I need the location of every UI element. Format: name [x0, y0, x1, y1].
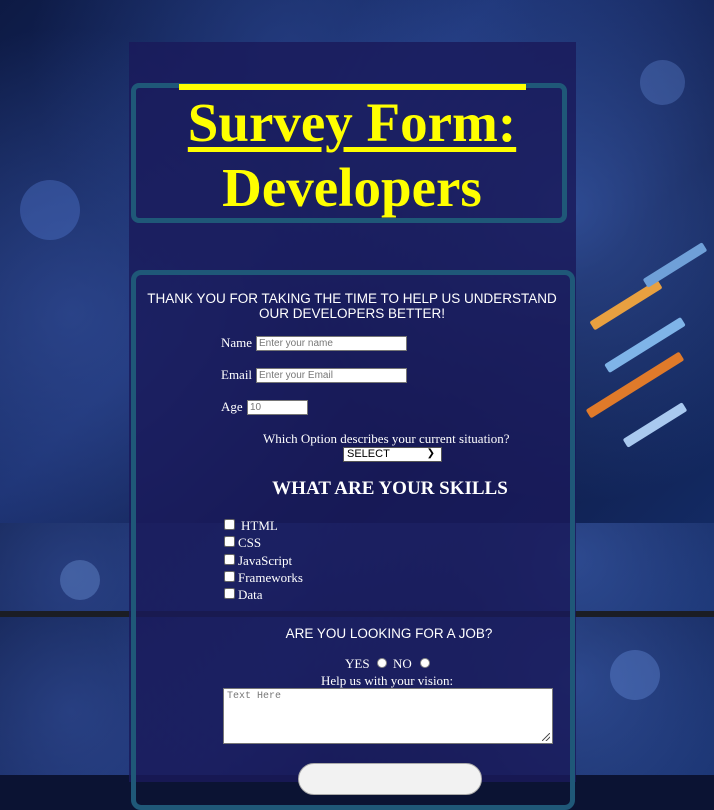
checkbox-label: HTML	[241, 518, 278, 533]
intro-text: THANK YOU FOR TAKING THE TIME TO HELP US…	[147, 291, 557, 321]
title-line-2: Developers	[222, 157, 482, 218]
title-line-1: Survey Form:	[187, 92, 517, 153]
checkbox-data[interactable]	[224, 588, 235, 599]
page-title: Survey Form: Developers	[131, 90, 573, 220]
resize-handle-icon[interactable]	[542, 733, 550, 741]
age-input[interactable]	[247, 400, 308, 415]
bokeh-light	[60, 560, 100, 600]
skills-heading: WHAT ARE YOUR SKILLS	[272, 478, 508, 499]
bokeh-light	[20, 180, 80, 240]
checkbox-label: JavaScript	[238, 553, 293, 568]
radio-no[interactable]	[420, 658, 430, 668]
vision-textarea[interactable]: Text Here	[223, 688, 553, 744]
bokeh-light	[640, 60, 685, 105]
yes-label: YES	[345, 656, 370, 671]
checkbox-javascript[interactable]	[224, 554, 235, 565]
chevron-down-icon: ❯	[426, 448, 435, 459]
age-label: Age	[221, 399, 243, 414]
email-label: Email	[221, 367, 253, 382]
vision-label: Help us with your vision:	[321, 673, 454, 688]
checkbox-label: Frameworks	[238, 570, 303, 585]
radio-yes[interactable]	[377, 658, 387, 668]
submit-button[interactable]	[298, 763, 482, 795]
situation-select[interactable]: SELECT ❯	[343, 447, 442, 462]
checkbox-label: CSS	[238, 535, 262, 550]
bokeh-light	[610, 650, 660, 700]
checkbox-label: Data	[238, 587, 263, 602]
checkbox-frameworks[interactable]	[224, 571, 235, 582]
name-input[interactable]	[256, 336, 407, 351]
job-question: ARE YOU LOOKING FOR A JOB?	[285, 626, 493, 641]
situation-question: Which Option describes your current situ…	[263, 431, 510, 446]
textarea-placeholder: Text Here	[227, 691, 282, 702]
name-label: Name	[221, 335, 253, 350]
checkbox-html[interactable]	[224, 519, 235, 530]
no-label: NO	[393, 656, 412, 671]
email-input[interactable]	[256, 368, 407, 383]
situation-select-value: SELECT	[347, 448, 390, 460]
checkbox-css[interactable]	[224, 536, 235, 547]
